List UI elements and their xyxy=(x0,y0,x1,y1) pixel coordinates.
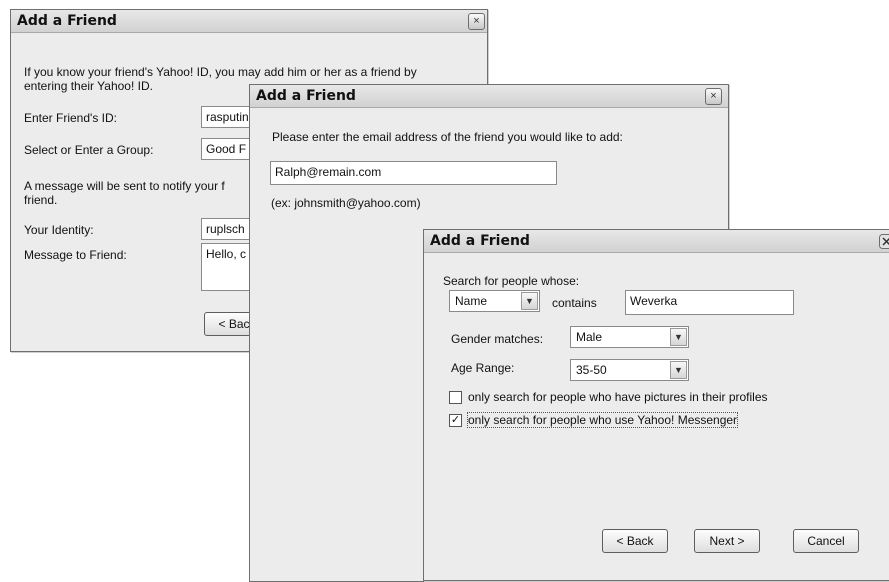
search-field-value: Name xyxy=(455,294,487,308)
search-label: Search for people whose: xyxy=(443,274,579,288)
pictures-option-label[interactable]: only search for people who have pictures… xyxy=(468,390,768,404)
back-button[interactable]: < Back xyxy=(602,529,668,553)
contains-label: contains xyxy=(552,296,597,310)
next-button[interactable]: Next > xyxy=(694,529,760,553)
friend-id-label: Enter Friend's ID: xyxy=(24,111,117,125)
intro-text-line1: If you know your friend's Yahoo! ID, you… xyxy=(24,65,417,79)
dialog-title: Add a Friend xyxy=(430,233,530,249)
notify-text-line2: friend. xyxy=(24,193,57,207)
gender-value: Male xyxy=(576,330,602,344)
group-label: Select or Enter a Group: xyxy=(24,143,153,157)
dialog-title: Add a Friend xyxy=(256,88,356,104)
chevron-down-icon[interactable]: ▼ xyxy=(521,292,538,310)
age-range-value: 35-50 xyxy=(576,363,607,377)
email-prompt: Please enter the email address of the fr… xyxy=(272,130,623,144)
cancel-button[interactable]: Cancel xyxy=(793,529,859,553)
dialog-titlebar: Add a Friend × xyxy=(11,10,487,33)
search-input[interactable]: Weverka xyxy=(625,290,794,315)
identity-label: Your Identity: xyxy=(24,223,94,237)
notify-text-line1: A message will be sent to notify your f xyxy=(24,179,225,193)
chevron-down-icon[interactable]: ▼ xyxy=(670,328,687,346)
email-example: (ex: johnsmith@yahoo.com) xyxy=(271,196,421,210)
age-range-label: Age Range: xyxy=(451,361,514,375)
age-range-select[interactable]: 35-50 ▼ xyxy=(570,359,689,381)
gender-label: Gender matches: xyxy=(451,332,543,346)
dialog-titlebar: Add a Friend × xyxy=(250,85,728,108)
dialog-titlebar: Add a Friend xyxy=(424,230,889,253)
messenger-checkbox[interactable]: ✓ xyxy=(449,414,462,427)
pictures-checkbox[interactable] xyxy=(449,391,462,404)
messenger-option-label[interactable]: only search for people who use Yahoo! Me… xyxy=(468,413,737,427)
search-field-select[interactable]: Name ▼ xyxy=(449,290,540,312)
message-label: Message to Friend: xyxy=(24,248,127,262)
email-input[interactable]: Ralph@remain.com xyxy=(270,161,557,185)
close-icon[interactable]: × xyxy=(705,88,722,105)
chevron-down-icon[interactable]: ▼ xyxy=(670,361,687,379)
gender-select[interactable]: Male ▼ xyxy=(570,326,689,348)
intro-text-line2: entering their Yahoo! ID. xyxy=(24,79,153,93)
close-icon[interactable] xyxy=(879,234,889,249)
dialog-title: Add a Friend xyxy=(17,13,117,29)
add-friend-dialog-search: Add a Friend Search for people whose: Na… xyxy=(423,229,889,581)
close-icon[interactable]: × xyxy=(468,13,485,30)
